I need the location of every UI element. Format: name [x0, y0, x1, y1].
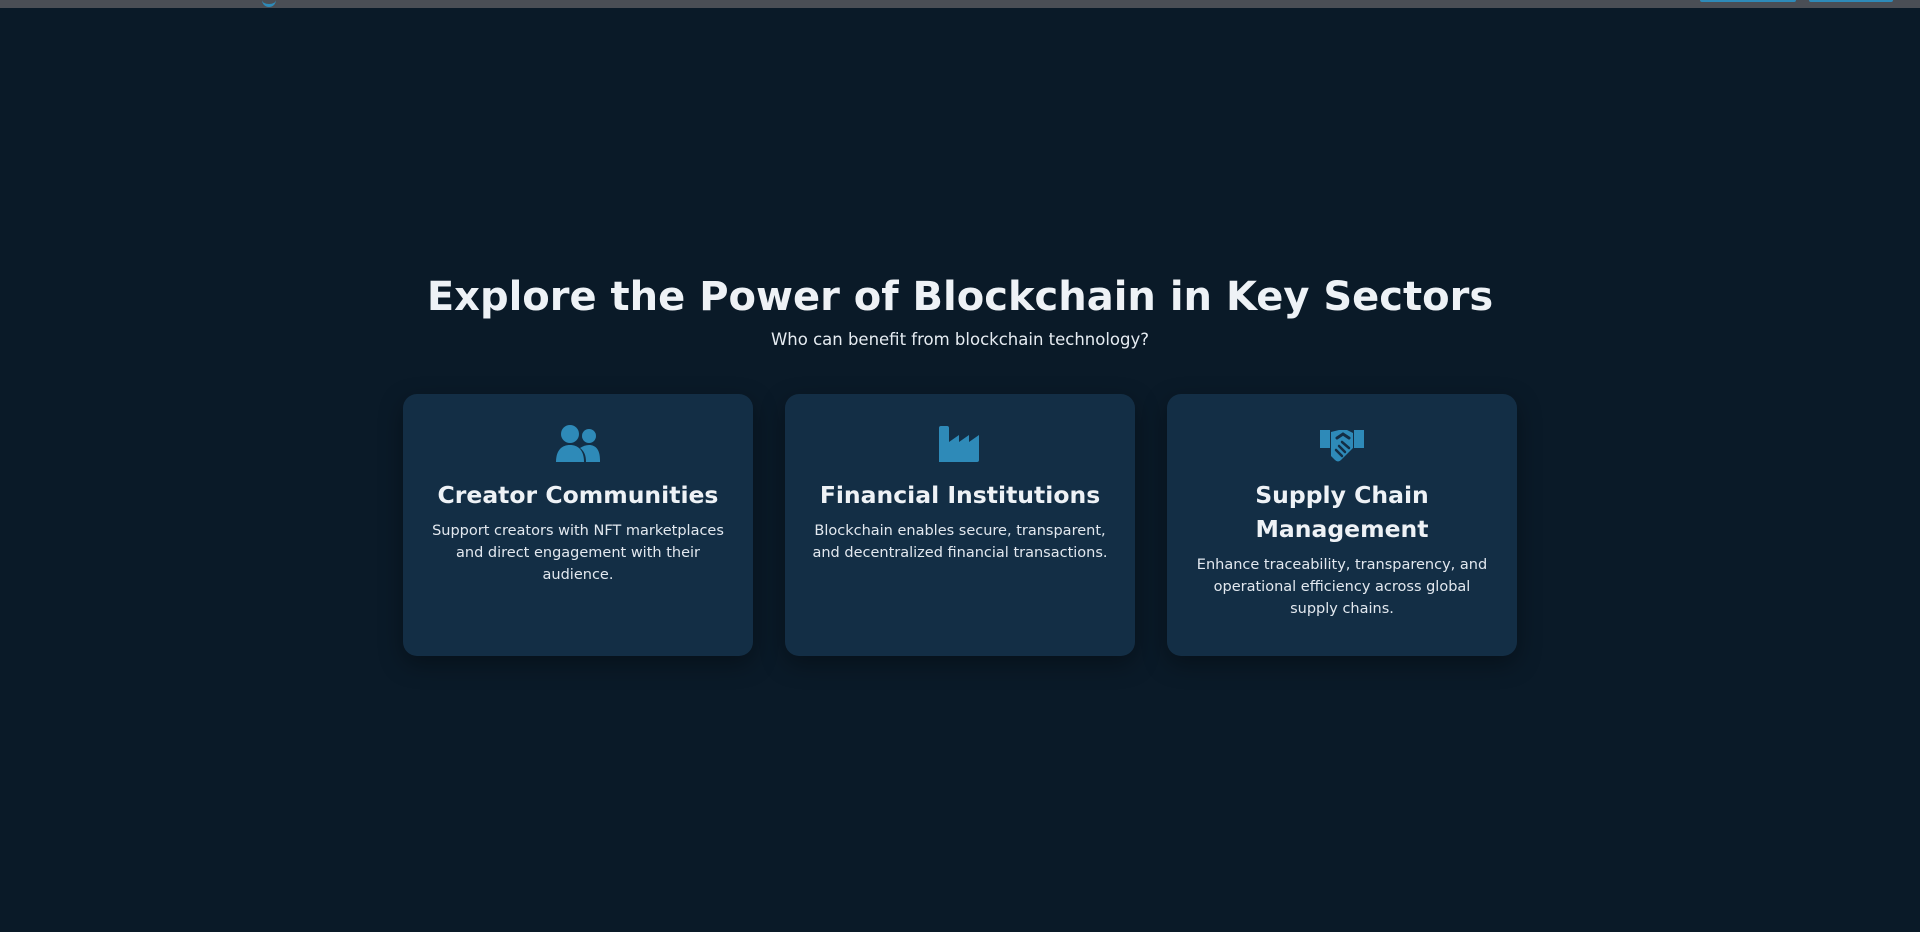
card-description: Enhance traceability, transparency, and …	[1196, 557, 1488, 617]
users-icon	[556, 425, 600, 462]
nav-button-primary[interactable]	[1700, 0, 1796, 2]
industry-icon	[939, 426, 979, 462]
nav-button-secondary[interactable]	[1809, 0, 1893, 2]
handshake-icon	[1320, 430, 1364, 462]
card-creator-communities: Creator Communities Support creators wit…	[403, 394, 753, 656]
section-subtitle: Who can benefit from blockchain technolo…	[770, 330, 1150, 349]
card-financial-institutions: Financial Institutions Blockchain enable…	[785, 394, 1135, 656]
card-title: Financial Institutions	[819, 481, 1101, 509]
card-description: Blockchain enables secure, transparent, …	[812, 523, 1108, 561]
card-title: Supply Chain Management	[1255, 481, 1429, 543]
top-navbar	[0, 0, 1920, 8]
card-description: Support creators with NFT marketplaces a…	[432, 523, 724, 583]
logo-icon[interactable]	[262, 0, 276, 7]
sectors-section: Explore the Power of Blockchain in Key S…	[0, 8, 1920, 932]
card-supply-chain: Supply Chain Management Enhance traceabi…	[1167, 394, 1517, 656]
card-title: Creator Communities	[437, 481, 719, 509]
section-title: Explore the Power of Blockchain in Key S…	[426, 274, 1494, 320]
sector-cards: Creator Communities Support creators wit…	[403, 394, 1517, 656]
